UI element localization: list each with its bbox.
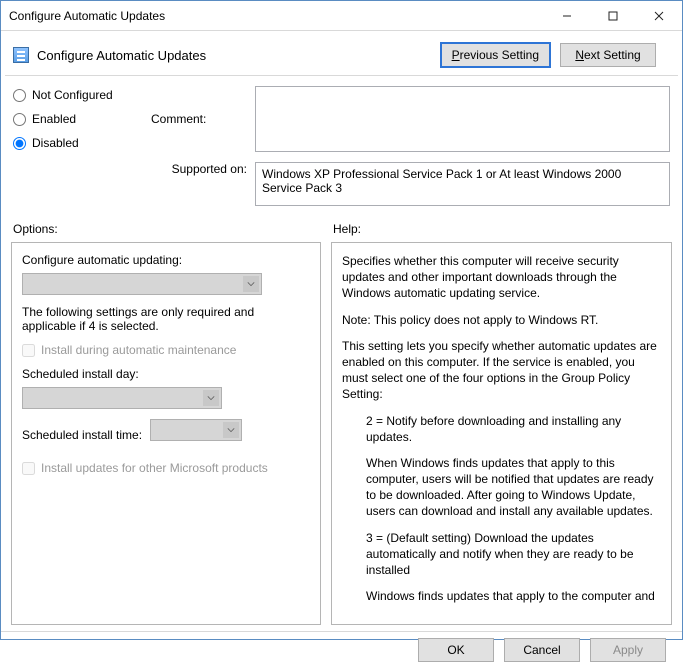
radio-disabled-input[interactable] — [13, 137, 26, 150]
body-columns: Options: Configure automatic updating: T… — [1, 212, 682, 627]
minimize-button[interactable] — [544, 1, 590, 30]
help-header: Help: — [331, 218, 672, 242]
radio-disabled-label: Disabled — [32, 136, 79, 150]
radio-enabled[interactable]: Enabled — [13, 112, 133, 126]
close-button[interactable] — [636, 1, 682, 30]
radio-not-configured[interactable]: Not Configured — [13, 88, 133, 102]
supported-on-text: Windows XP Professional Service Pack 1 o… — [255, 162, 670, 206]
previous-setting-button[interactable]: Previous Setting — [441, 43, 550, 67]
scheduled-time-row: Scheduled install time: — [22, 419, 310, 451]
help-p3: This setting lets you specify whether au… — [342, 338, 661, 403]
help-panel[interactable]: Specifies whether this computer will rec… — [331, 242, 672, 625]
chevron-down-icon — [203, 390, 219, 406]
help-p5: When Windows finds updates that apply to… — [342, 455, 661, 520]
titlebar: Configure Automatic Updates — [1, 1, 682, 31]
help-p1: Specifies whether this computer will rec… — [342, 253, 661, 302]
supported-row: Supported on: Windows XP Professional Se… — [151, 162, 670, 206]
previous-setting-text: revious Setting — [460, 48, 539, 62]
help-column: Help: Specifies whether this computer wi… — [331, 218, 672, 625]
chevron-down-icon — [243, 276, 259, 292]
scheduled-time-label: Scheduled install time: — [22, 428, 142, 442]
next-setting-accel: N — [575, 48, 584, 62]
supported-label: Supported on: — [151, 162, 247, 176]
window-title: Configure Automatic Updates — [9, 9, 544, 23]
ok-button-label: OK — [447, 643, 464, 657]
help-p4: 2 = Notify before downloading and instal… — [342, 413, 661, 445]
configure-updating-dropdown[interactable] — [22, 273, 262, 295]
ok-button[interactable]: OK — [418, 638, 494, 662]
policy-title: Configure Automatic Updates — [37, 48, 441, 63]
comment-textarea[interactable] — [255, 86, 670, 152]
maximize-button[interactable] — [590, 1, 636, 30]
policy-icon — [13, 47, 29, 63]
config-row: Not Configured Enabled Disabled Comment:… — [1, 76, 682, 212]
state-radio-group: Not Configured Enabled Disabled — [13, 86, 133, 206]
install-other-products-checkbox[interactable]: Install updates for other Microsoft prod… — [22, 461, 310, 475]
scheduled-day-dropdown[interactable] — [22, 387, 222, 409]
radio-not-configured-label: Not Configured — [32, 88, 113, 102]
options-note: The following settings are only required… — [22, 305, 310, 333]
cancel-button[interactable]: Cancel — [504, 638, 580, 662]
options-column: Options: Configure automatic updating: T… — [11, 218, 321, 625]
dialog-footer: OK Cancel Apply — [1, 631, 682, 672]
scheduled-time-dropdown[interactable] — [150, 419, 242, 441]
next-setting-button[interactable]: Next Setting — [560, 43, 656, 67]
nav-buttons: Previous Setting Next Setting — [441, 43, 670, 67]
apply-button-label: Apply — [613, 643, 643, 657]
radio-enabled-input[interactable] — [13, 113, 26, 126]
supported-on-value: Windows XP Professional Service Pack 1 o… — [262, 167, 621, 195]
radio-enabled-label: Enabled — [32, 112, 76, 126]
install-other-products-label: Install updates for other Microsoft prod… — [41, 461, 268, 475]
window-controls — [544, 1, 682, 30]
gpo-dialog-window: Configure Automatic Updates Configure Au… — [0, 0, 683, 640]
help-p2: Note: This policy does not apply to Wind… — [342, 312, 661, 328]
previous-setting-accel: P — [452, 48, 460, 62]
chevron-down-icon — [223, 422, 239, 438]
help-p6: 3 = (Default setting) Download the updat… — [342, 530, 661, 579]
install-during-maintenance-input[interactable] — [22, 344, 35, 357]
options-panel: Configure automatic updating: The follow… — [11, 242, 321, 625]
configure-updating-label: Configure automatic updating: — [22, 253, 310, 267]
comment-label: Comment: — [151, 112, 247, 126]
meta-column: Comment: Supported on: Windows XP Profes… — [151, 86, 670, 206]
header-row: Configure Automatic Updates Previous Set… — [1, 31, 682, 75]
install-during-maintenance-label: Install during automatic maintenance — [41, 343, 236, 357]
install-other-products-input[interactable] — [22, 462, 35, 475]
next-setting-text: ext Setting — [584, 48, 641, 62]
install-during-maintenance-checkbox[interactable]: Install during automatic maintenance — [22, 343, 310, 357]
scheduled-day-label: Scheduled install day: — [22, 367, 310, 381]
help-p7: Windows finds updates that apply to the … — [342, 588, 661, 604]
radio-disabled[interactable]: Disabled — [13, 136, 133, 150]
radio-not-configured-input[interactable] — [13, 89, 26, 102]
apply-button[interactable]: Apply — [590, 638, 666, 662]
options-header: Options: — [11, 218, 321, 242]
cancel-button-label: Cancel — [523, 643, 560, 657]
comment-row: Comment: — [151, 86, 670, 152]
